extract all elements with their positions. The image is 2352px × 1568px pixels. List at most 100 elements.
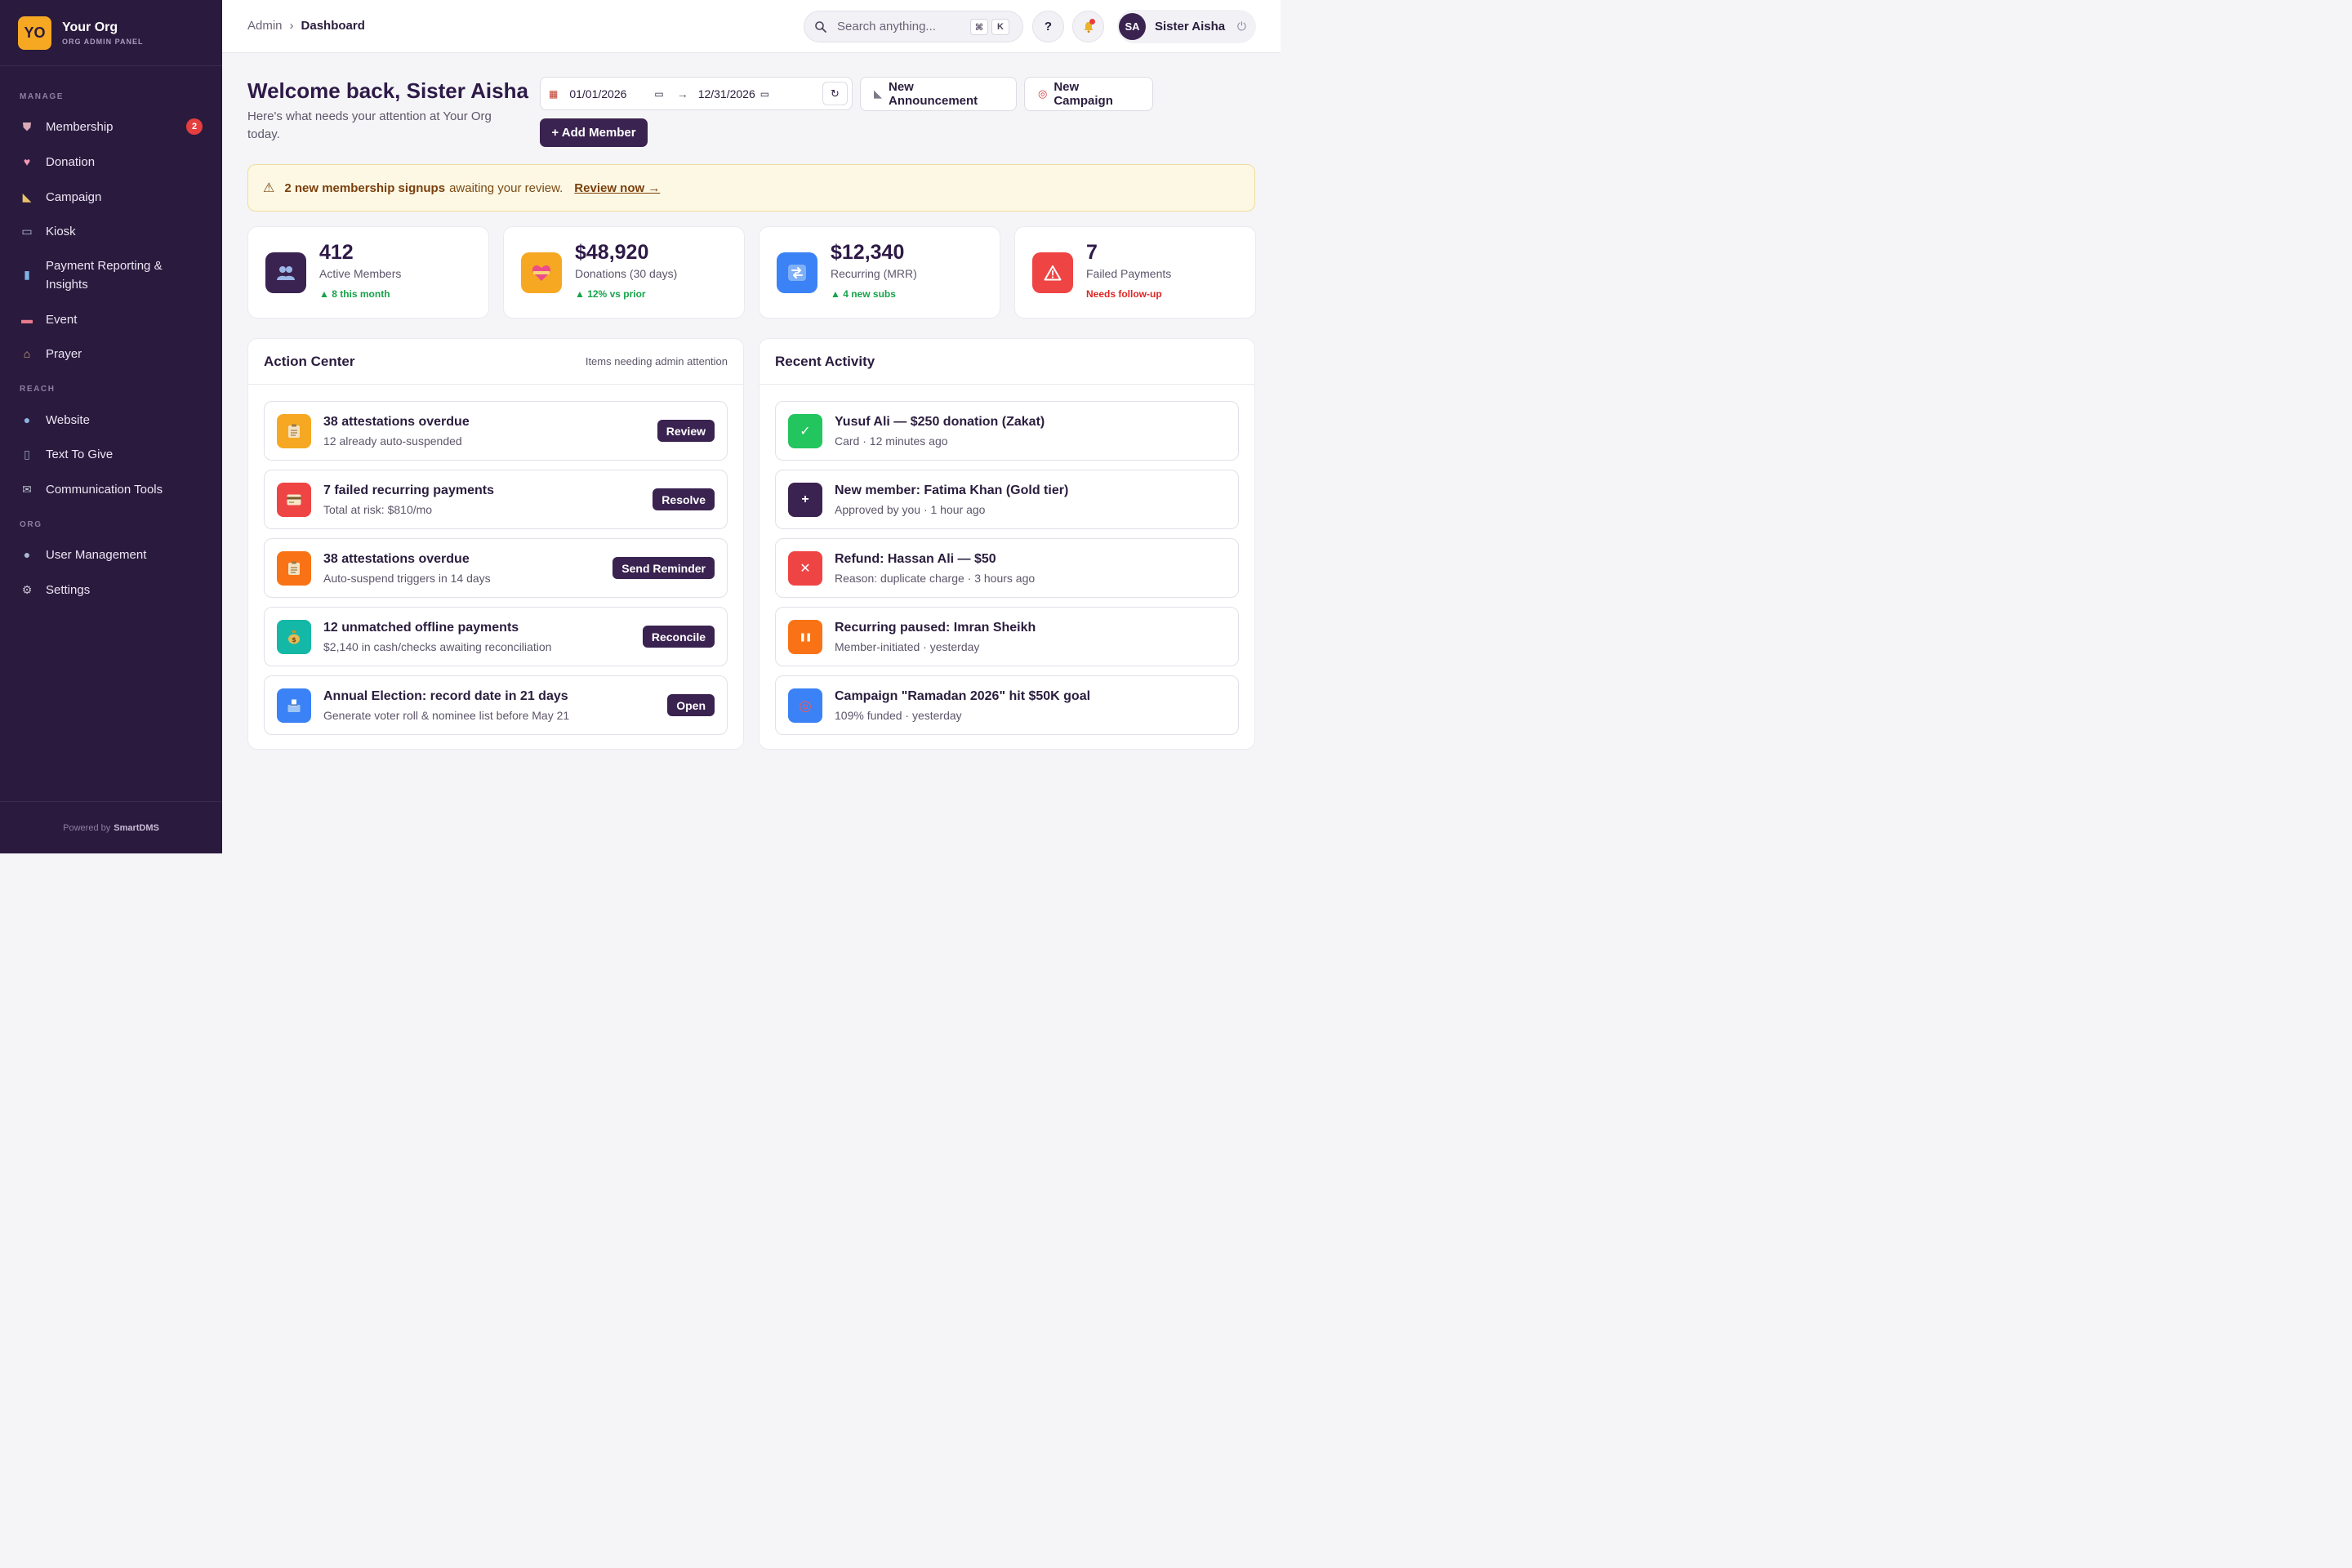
shortcut-k: K (991, 19, 1009, 35)
sidebar-item-payment-reporting[interactable]: ▮ Payment Reporting & Insights (0, 256, 222, 294)
check-icon: ✓ (788, 414, 822, 448)
action-item: 38 attestations overdue Auto-suspend tri… (264, 538, 728, 598)
recent-activity-panel: Recent Activity ✓ Yusuf Ali — $250 donat… (759, 338, 1255, 750)
stat-value: 7 (1086, 241, 1098, 264)
sidebar-item-communication-tools[interactable]: ✉ Communication Tools (0, 479, 222, 499)
activity-item-subtitle: Reason: duplicate charge · 3 hours ago (835, 572, 1036, 585)
reconcile-button[interactable]: Reconcile (642, 626, 715, 648)
nav-section-reach: REACH (20, 385, 56, 394)
sidebar-item-label: Communication Tools (46, 482, 163, 497)
action-item: Annual Election: record date in 21 days … (264, 675, 728, 735)
stat-card-failed-payments: 7 Failed Payments Needs follow-up (1014, 226, 1256, 318)
search-input[interactable]: Search anything... ⌘ K (804, 11, 1023, 42)
activity-item[interactable]: ✓ Yusuf Ali — $250 donation (Zakat) Card… (775, 401, 1239, 461)
phone-icon: ▯ (24, 447, 30, 461)
stat-trend: ▲ 4 new subs (831, 288, 896, 300)
stat-card-active-members: 412 Active Members ▲ 8 this month (247, 226, 489, 318)
activity-item[interactable]: ◎ Campaign "Ramadan 2026" hit $50K goal … (775, 675, 1239, 735)
nav-section-manage: MANAGE (20, 92, 65, 101)
new-announcement-button[interactable]: ◣ New Announcement (860, 77, 1017, 111)
stat-label: Failed Payments (1086, 267, 1172, 280)
footer-brand[interactable]: SmartDMS (114, 823, 159, 833)
user-menu[interactable]: SA Sister Aisha ⏻ (1117, 10, 1256, 43)
gear-icon: ⚙ (21, 582, 33, 596)
action-item: 7 failed recurring payments Total at ris… (264, 470, 728, 529)
start-date-input[interactable]: 01/01/2026 (569, 87, 651, 100)
user-icon: ● (23, 548, 31, 561)
alert-text: awaiting your review. (449, 180, 564, 195)
search-placeholder: Search anything... (837, 20, 936, 33)
action-item-subtitle: $2,140 in cash/checks awaiting reconcili… (323, 640, 552, 653)
svg-text:$: $ (292, 636, 296, 644)
stat-trend: ▲ 8 this month (319, 288, 390, 300)
activity-item-subtitle: 109% funded · yesterday (835, 709, 962, 722)
open-button[interactable]: Open (667, 694, 715, 716)
power-icon[interactable]: ⏻ (1237, 20, 1246, 33)
action-item-subtitle: Total at risk: $810/mo (323, 503, 433, 516)
calendar-icon: ▦ (549, 87, 559, 100)
breadcrumb-admin[interactable]: Admin (247, 19, 283, 33)
arrow-right-icon: → (676, 87, 688, 100)
sidebar-item-label: Campaign (46, 189, 102, 204)
panel-subtitle: Items needing admin attention (585, 355, 728, 368)
stat-trend: ▲ 12% vs prior (575, 288, 646, 300)
reset-date-button[interactable]: ↻ (822, 82, 848, 105)
close-icon: ✕ (788, 551, 822, 586)
add-member-button[interactable]: + Add Member (540, 118, 648, 147)
topbar: Admin › Dashboard Search anything... ⌘ K… (222, 0, 1281, 53)
stat-label: Donations (30 days) (575, 267, 678, 280)
sidebar-item-settings[interactable]: ⚙ Settings (0, 580, 222, 599)
sidebar-footer: Powered by SmartDMS (0, 801, 222, 853)
people-icon (265, 252, 306, 293)
resolve-button[interactable]: Resolve (653, 488, 715, 510)
sidebar-item-text-to-give[interactable]: ▯ Text To Give (0, 444, 222, 464)
action-item-subtitle: Auto-suspend triggers in 14 days (323, 572, 491, 585)
brand-subtitle: ORG ADMIN PANEL (62, 37, 144, 46)
sidebar-item-label: Kiosk (46, 224, 76, 238)
sidebar-item-label: Donation (46, 154, 96, 169)
avatar: SA (1119, 13, 1146, 40)
bar-chart-icon: ▮ (24, 268, 30, 281)
activity-item[interactable]: + New member: Fatima Khan (Gold tier) Ap… (775, 470, 1239, 529)
pause-icon: ❚❚ (788, 620, 822, 654)
breadcrumb: Admin › Dashboard (247, 19, 365, 33)
sidebar-item-membership[interactable]: ⛊ Membership 2 (0, 117, 222, 136)
sidebar-item-prayer[interactable]: ⌂ Prayer (0, 344, 222, 363)
brand[interactable]: YO Your Org ORG ADMIN PANEL (0, 0, 222, 66)
sidebar: YO Your Org ORG ADMIN PANEL MANAGE ⛊ Mem… (0, 0, 222, 853)
notifications-button[interactable] (1072, 11, 1104, 42)
review-now-link[interactable]: Review now → (574, 181, 660, 195)
warning-icon: ⚠ (263, 181, 275, 195)
megaphone-icon: ◣ (874, 87, 882, 100)
breadcrumb-separator-icon: › (289, 19, 294, 33)
user-name: Sister Aisha (1155, 20, 1226, 33)
sidebar-item-donation[interactable]: ♥ Donation (0, 152, 222, 172)
sidebar-item-user-management[interactable]: ● User Management (0, 545, 222, 564)
help-button[interactable]: ? (1032, 11, 1064, 42)
sidebar-item-website[interactable]: ● Website (0, 410, 222, 430)
sidebar-item-event[interactable]: ▬ Event (0, 310, 222, 329)
send-reminder-button[interactable]: Send Reminder (612, 557, 715, 579)
action-item-title: 12 unmatched offline payments (323, 621, 519, 635)
new-campaign-button[interactable]: ◎ New Campaign (1024, 77, 1153, 111)
review-button[interactable]: Review (657, 420, 715, 442)
activity-item-title: New member: Fatima Khan (Gold tier) (835, 483, 1069, 497)
stat-card-recurring: $12,340 Recurring (MRR) ▲ 4 new subs (759, 226, 1000, 318)
nav-section-org: ORG (20, 520, 42, 529)
activity-item-subtitle: Member-initiated · yesterday (835, 640, 980, 653)
sidebar-item-campaign[interactable]: ◣ Campaign (0, 187, 222, 207)
page-subtitle: Here's what needs your attention at Your… (247, 109, 492, 141)
activity-item[interactable]: ✕ Refund: Hassan Ali — $50 Reason: dupli… (775, 538, 1239, 598)
panel-title: Action Center (264, 353, 355, 369)
sidebar-item-label: Settings (46, 582, 91, 597)
panel-title: Recent Activity (775, 353, 875, 369)
stat-card-donations: $48,920 Donations (30 days) ▲ 12% vs pri… (503, 226, 745, 318)
action-item-title: 38 attestations overdue (323, 415, 470, 429)
calendar-picker-icon[interactable]: ▭ (760, 88, 769, 100)
stat-trend: Needs follow-up (1086, 288, 1162, 300)
calendar-picker-icon[interactable]: ▭ (654, 88, 663, 100)
sidebar-item-kiosk[interactable]: ▭ Kiosk (0, 221, 222, 241)
search-icon (815, 20, 826, 33)
date-range-picker: ▦ 01/01/2026 ▭ → 12/31/2026 ▭ ↻ (540, 77, 853, 110)
activity-item[interactable]: ❚❚ Recurring paused: Imran Sheikh Member… (775, 607, 1239, 666)
